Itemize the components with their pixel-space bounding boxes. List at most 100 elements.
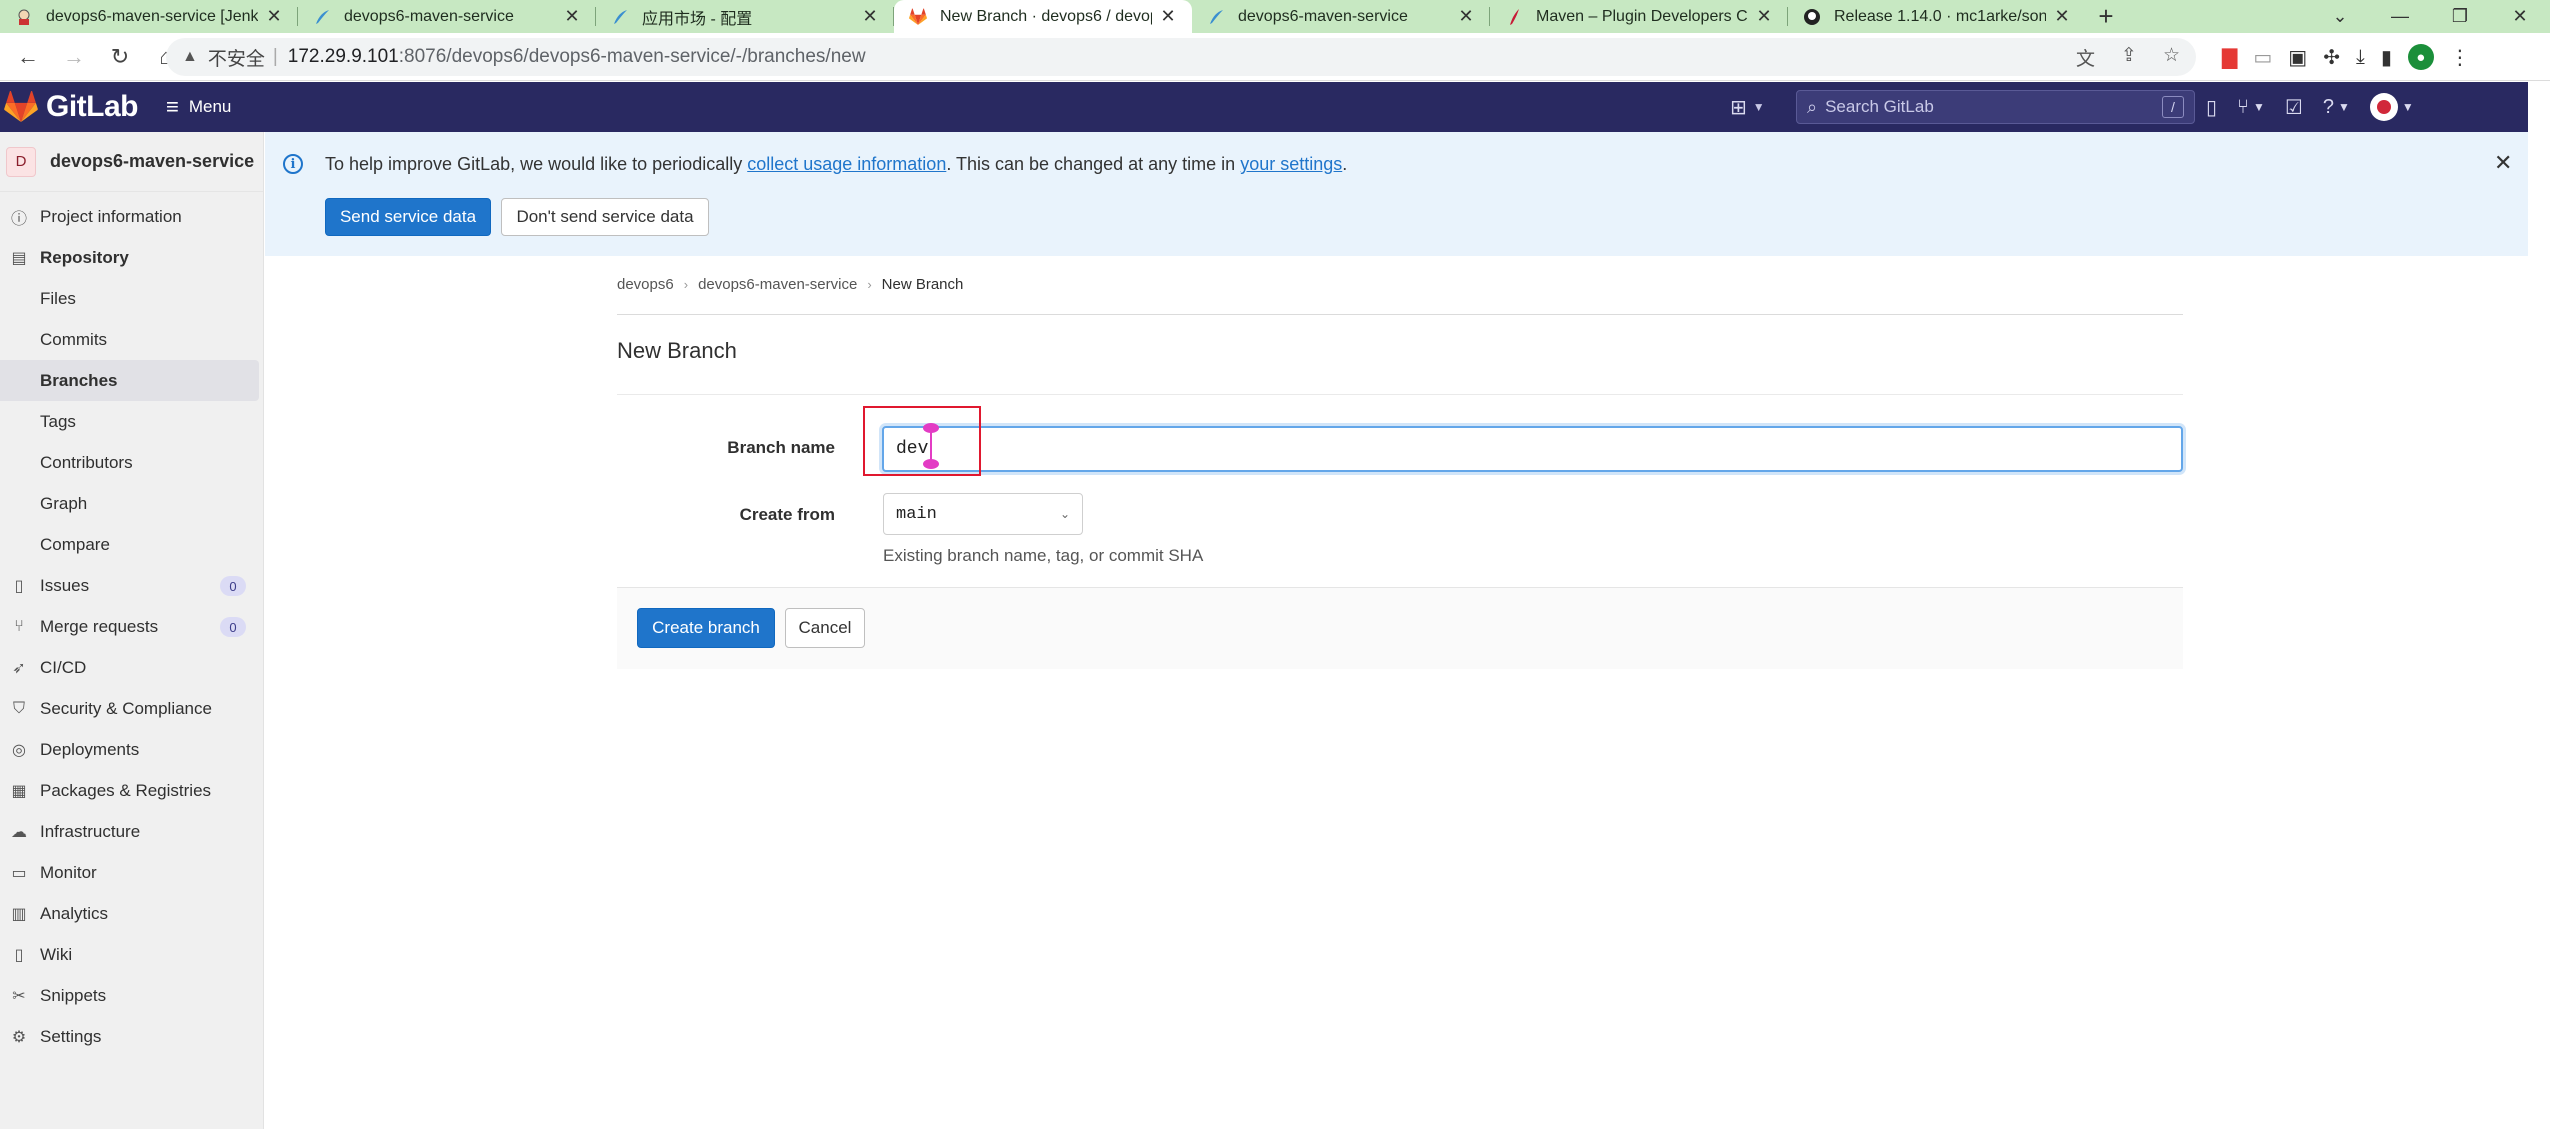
close-icon[interactable]: ✕ [1456,6,1476,27]
sidebar-item-settings[interactable]: ⚙ Settings [0,1016,263,1057]
extension-dark-icon[interactable]: ▣ [2288,45,2307,70]
monitor-icon: ▭ [11,864,27,882]
new-item-dropdown[interactable]: ⊞ ▼ [1730,90,1765,124]
sidebar-item-label: Tags [40,411,76,431]
restore-icon[interactable]: ❐ [2430,0,2490,33]
main-menu-button[interactable]: ≡ Menu [166,94,231,120]
sidebar-item-repository[interactable]: ▤ Repository [0,237,263,278]
close-icon[interactable]: ✕ [1754,6,1774,27]
issues-icon[interactable]: ▯ [2206,95,2217,120]
new-tab-button[interactable]: + [2086,0,2126,33]
reload-icon[interactable]: ↻ [102,39,138,75]
bookmark-star-icon[interactable]: ☆ [2163,44,2180,71]
close-icon[interactable]: ✕ [2494,150,2512,176]
profile-avatar-icon[interactable]: ● [2407,44,2434,70]
sidebar-item-label: Project information [40,206,182,226]
merge-requests-dropdown[interactable]: ⑂ ▼ [2237,96,2265,119]
sidebar-item-issues[interactable]: ▯ Issues 0 [0,565,263,606]
sidebar-item-label: Settings [40,1026,102,1046]
issues-count-badge: 0 [220,576,246,596]
sidepanel-icon[interactable]: ▮ [2381,45,2392,70]
maven-feather-icon [1504,7,1524,27]
breadcrumb-devops6[interactable]: devops6 [617,276,674,293]
minimize-icon[interactable]: — [2370,0,2430,33]
sidebar-item-label: Issues [40,575,90,595]
create-branch-button[interactable]: Create branch [637,608,775,648]
close-icon[interactable]: ✕ [562,6,582,27]
close-window-icon[interactable]: ✕ [2490,0,2550,33]
cancel-button[interactable]: Cancel [785,608,865,648]
sidebar-item-label: Commits [40,329,108,349]
sidebar-item-snippets[interactable]: ✂ Snippets [0,975,263,1016]
search-input[interactable]: ⌕ Search GitLab / [1796,90,2195,124]
gitlab-logo[interactable]: GitLab [4,90,139,124]
sidebar-item-project-information[interactable]: ⓘ Project information [0,196,263,237]
sidebar-item-label: Compare [40,534,110,554]
sidebar-item-label: Monitor [40,862,97,882]
text-cursor-handle-bottom [923,459,939,469]
browser-tab-github-release[interactable]: Release 1.14.0 · mc1arke/sonarqube ✕ [1788,0,2086,33]
extension-grey-icon[interactable]: ▭ [2253,45,2272,70]
chevron-down-icon[interactable]: ⌄ [2310,0,2370,33]
sidebar-item-merge-requests[interactable]: ⑂ Merge requests 0 [0,606,263,647]
sidebar-item-deployments[interactable]: ◎ Deployments [0,729,263,770]
forward-icon[interactable]: → [56,39,92,75]
puzzle-icon[interactable]: ✣ [2323,45,2340,70]
sidebar-item-wiki[interactable]: ▯ Wiki [0,934,263,975]
sidebar-item-commits[interactable]: Commits [0,319,263,360]
close-icon[interactable]: ✕ [1158,6,1178,27]
warning-icon[interactable]: ▲ [182,48,198,66]
sidebar-item-packages-registries[interactable]: ▦ Packages & Registries [0,770,263,811]
divider [617,394,2183,395]
breadcrumb-current[interactable]: New Branch [882,276,964,293]
sidebar-item-label: CI/CD [40,657,87,677]
todo-icon[interactable]: ☑ [2285,95,2303,120]
browser-tab-maven-plugin[interactable]: Maven – Plugin Developers Centre ✕ [1490,0,1788,33]
dont-send-service-data-button[interactable]: Don't send service data [501,198,709,236]
sidebar-item-tags[interactable]: Tags [0,401,263,442]
your-settings-link[interactable]: your settings [1240,154,1342,174]
address-bar[interactable]: ▲ 不安全 | 172.29.9.101 :8076/devops6/devop… [166,38,2196,76]
browser-tab-maven-service-2[interactable]: devops6-maven-service ✕ [1192,0,1490,33]
extension-red-icon[interactable]: ▇ [2222,45,2237,70]
chevron-down-icon: ⌄ [1059,507,1070,521]
sidebar-item-branches[interactable]: Branches [0,360,259,401]
create-from-value: main [896,504,937,524]
sidebar-item-contributors[interactable]: Contributors [0,442,263,483]
help-dropdown[interactable]: ? ▼ [2323,96,2350,119]
translate-icon[interactable]: 文 [2076,44,2095,71]
download-icon[interactable]: ⤓ [2356,46,2365,69]
rocket-icon: ➶ [12,659,26,677]
close-icon[interactable]: ✕ [860,6,880,27]
sidebar-item-security-compliance[interactable]: ⛉ Security & Compliance [0,688,263,729]
back-icon[interactable]: ← [10,39,46,75]
sidebar-item-monitor[interactable]: ▭ Monitor [0,852,263,893]
send-service-data-button[interactable]: Send service data [325,198,491,236]
browser-tab-maven-service-1[interactable]: devops6-maven-service ✕ [298,0,596,33]
merge-request-icon: ⑂ [2237,95,2250,118]
sidebar-item-ci-cd[interactable]: ➶ CI/CD [0,647,263,688]
branch-name-input[interactable] [882,426,2183,472]
kebab-menu-icon[interactable]: ⋮ [2450,45,2470,70]
chevron-down-icon: ▼ [2253,100,2265,114]
sidebar-item-label: Deployments [40,739,140,759]
browser-tab-app-market[interactable]: 应用市场 - 配置 ✕ [596,0,894,33]
sidebar-item-infrastructure[interactable]: ☁ Infrastructure [0,811,263,852]
sidebar-item-compare[interactable]: Compare [0,524,263,565]
user-menu-dropdown[interactable]: ▼ [2369,93,2414,121]
share-icon[interactable]: ⇪ [2121,44,2137,71]
collect-usage-link[interactable]: collect usage information [747,154,946,174]
sidebar-item-graph[interactable]: Graph [0,483,263,524]
chevron-down-icon: ▼ [2337,100,2350,114]
browser-tab-jenkins[interactable]: devops6-maven-service [Jenkins] ✕ [0,0,298,33]
create-from-dropdown[interactable]: main ⌄ [883,493,1083,535]
gear-icon: ⚙ [11,1028,27,1046]
close-icon[interactable]: ✕ [2052,6,2072,27]
sidebar-item-files[interactable]: Files [0,278,263,319]
sidebar-item-analytics[interactable]: ▥ Analytics [0,893,263,934]
browser-tab-new-branch[interactable]: New Branch · devops6 / devops6-maven-ser… [894,0,1192,33]
breadcrumb: devops6 › devops6-maven-service › New Br… [617,276,963,293]
sidebar-project-header[interactable]: D devops6-maven-service [0,132,263,192]
breadcrumb-project[interactable]: devops6-maven-service [698,276,857,293]
close-icon[interactable]: ✕ [264,6,284,27]
